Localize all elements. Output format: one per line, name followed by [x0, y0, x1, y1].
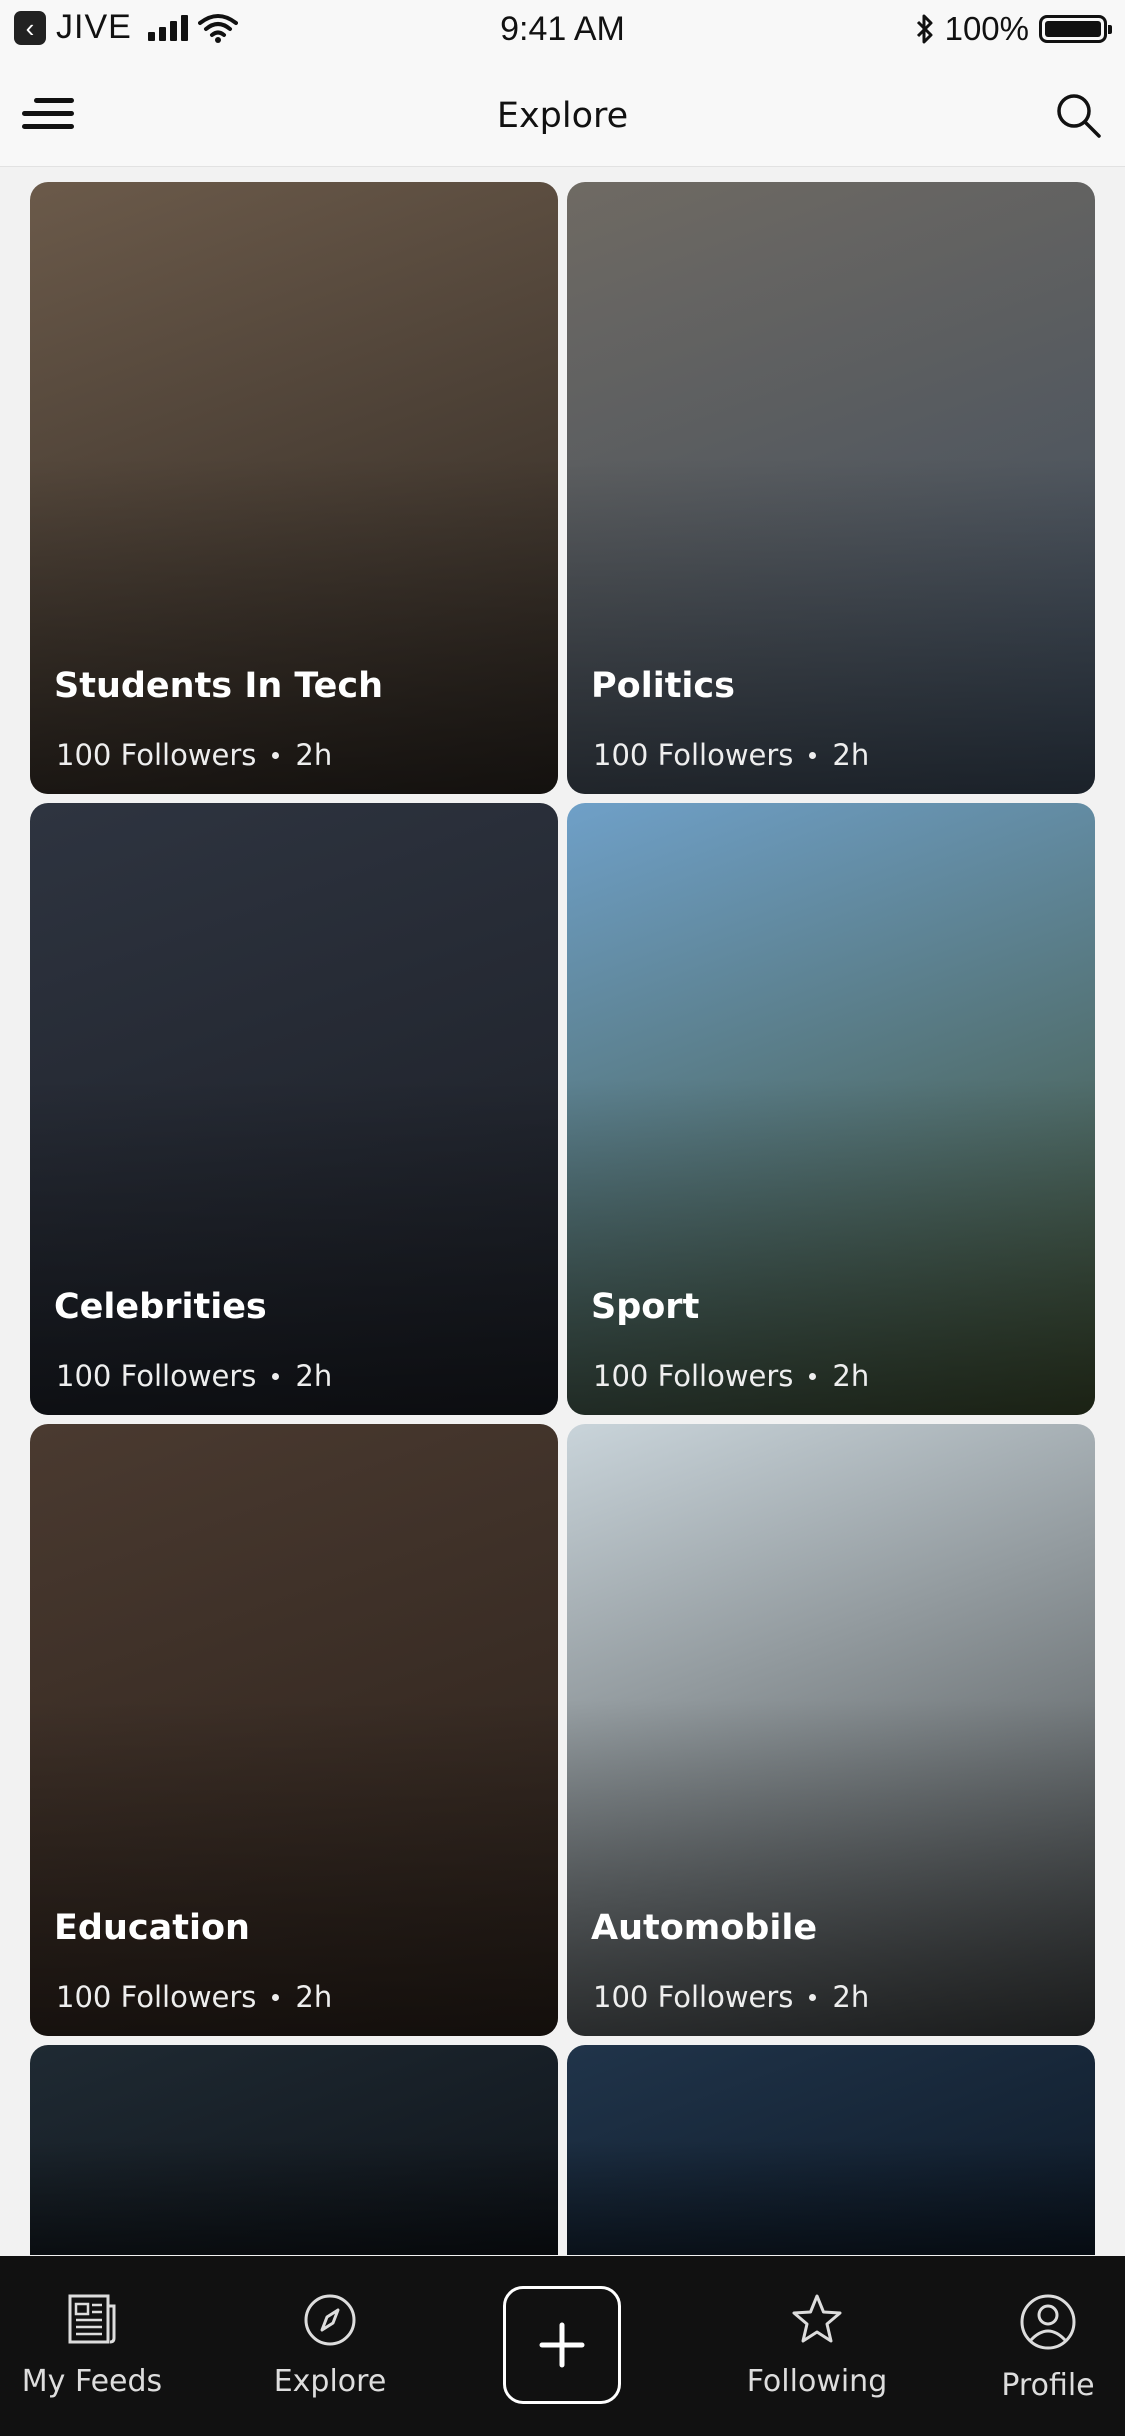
topic-title: Politics	[591, 666, 735, 706]
separator-dot	[809, 751, 817, 759]
topic-meta: 100 Followers 2h	[593, 738, 869, 772]
topic-meta: 100 Followers 2h	[56, 1980, 332, 2014]
topic-card[interactable]	[567, 2045, 1095, 2255]
followers-count: 100 Followers	[56, 738, 257, 772]
star-icon	[792, 2294, 842, 2343]
status-right: 100%	[915, 10, 1112, 48]
followers-count: 100 Followers	[56, 1359, 257, 1393]
topic-meta: 100 Followers 2h	[56, 738, 332, 772]
post-age: 2h	[832, 1980, 870, 2014]
battery-percent: 100%	[944, 10, 1029, 47]
separator-dot	[272, 1993, 280, 2001]
followers-count: 100 Followers	[56, 1980, 257, 2014]
topic-card[interactable]	[30, 2045, 558, 2255]
post-age: 2h	[295, 1980, 333, 2014]
post-age: 2h	[832, 1359, 870, 1393]
post-age: 2h	[295, 1359, 333, 1393]
topic-title: Students In Tech	[54, 666, 384, 706]
followers-count: 100 Followers	[593, 1980, 794, 2014]
separator-dot	[272, 751, 280, 759]
page-title: Explore	[496, 96, 629, 136]
card-gradient-overlay	[567, 2139, 1095, 2255]
newspaper-icon	[68, 2294, 116, 2344]
followers-count: 100 Followers	[593, 1359, 794, 1393]
tab-following-label: Following	[746, 2364, 888, 2399]
compose-button[interactable]	[503, 2286, 621, 2404]
tab-my-feeds-label: My Feeds	[21, 2364, 163, 2399]
post-age: 2h	[295, 738, 333, 772]
battery-icon	[1039, 15, 1112, 43]
plus-icon	[539, 2322, 585, 2368]
separator-dot	[809, 1372, 817, 1380]
status-bar: ‹ JIVE 9:41 AM 100%	[0, 0, 1125, 62]
tab-profile[interactable]: Profile	[958, 2292, 1125, 2403]
bluetooth-icon	[916, 14, 933, 44]
compass-icon	[304, 2294, 356, 2346]
followers-count: 100 Followers	[593, 738, 794, 772]
tab-explore[interactable]: Explore	[240, 2292, 420, 2399]
topic-card[interactable]: Students In Tech 100 Followers 2h	[30, 182, 558, 794]
tab-profile-label: Profile	[1001, 2368, 1095, 2403]
topic-meta: 100 Followers 2h	[593, 1980, 869, 2014]
topic-title: Celebrities	[54, 1287, 267, 1327]
topic-card[interactable]: Automobile 100 Followers 2h	[567, 1424, 1095, 2036]
tab-bar: My Feeds Explore Following Profile	[0, 2256, 1125, 2436]
topic-card[interactable]: Politics 100 Followers 2h	[567, 182, 1095, 794]
tab-my-feeds[interactable]: My Feeds	[2, 2292, 182, 2399]
profile-icon	[1020, 2294, 1076, 2350]
search-icon[interactable]	[1053, 90, 1103, 140]
topics-grid: Students In Tech 100 Followers 2h Politics 1…	[30, 182, 1095, 2255]
topic-title: Education	[54, 1908, 250, 1948]
tab-following[interactable]: Following	[727, 2292, 907, 2399]
app-header: Explore	[0, 62, 1125, 167]
separator-dot	[809, 1993, 817, 2001]
card-gradient-overlay	[30, 2139, 558, 2255]
topic-card[interactable]: Sport 100 Followers 2h	[567, 803, 1095, 1415]
topic-meta: 100 Followers 2h	[56, 1359, 332, 1393]
topic-card[interactable]: Education 100 Followers 2h	[30, 1424, 558, 2036]
topic-title: Automobile	[591, 1908, 818, 1948]
topic-meta: 100 Followers 2h	[593, 1359, 869, 1393]
topic-card[interactable]: Celebrities 100 Followers 2h	[30, 803, 558, 1415]
topic-title: Sport	[591, 1287, 700, 1327]
separator-dot	[272, 1372, 280, 1380]
post-age: 2h	[832, 738, 870, 772]
tab-explore-label: Explore	[273, 2364, 387, 2399]
